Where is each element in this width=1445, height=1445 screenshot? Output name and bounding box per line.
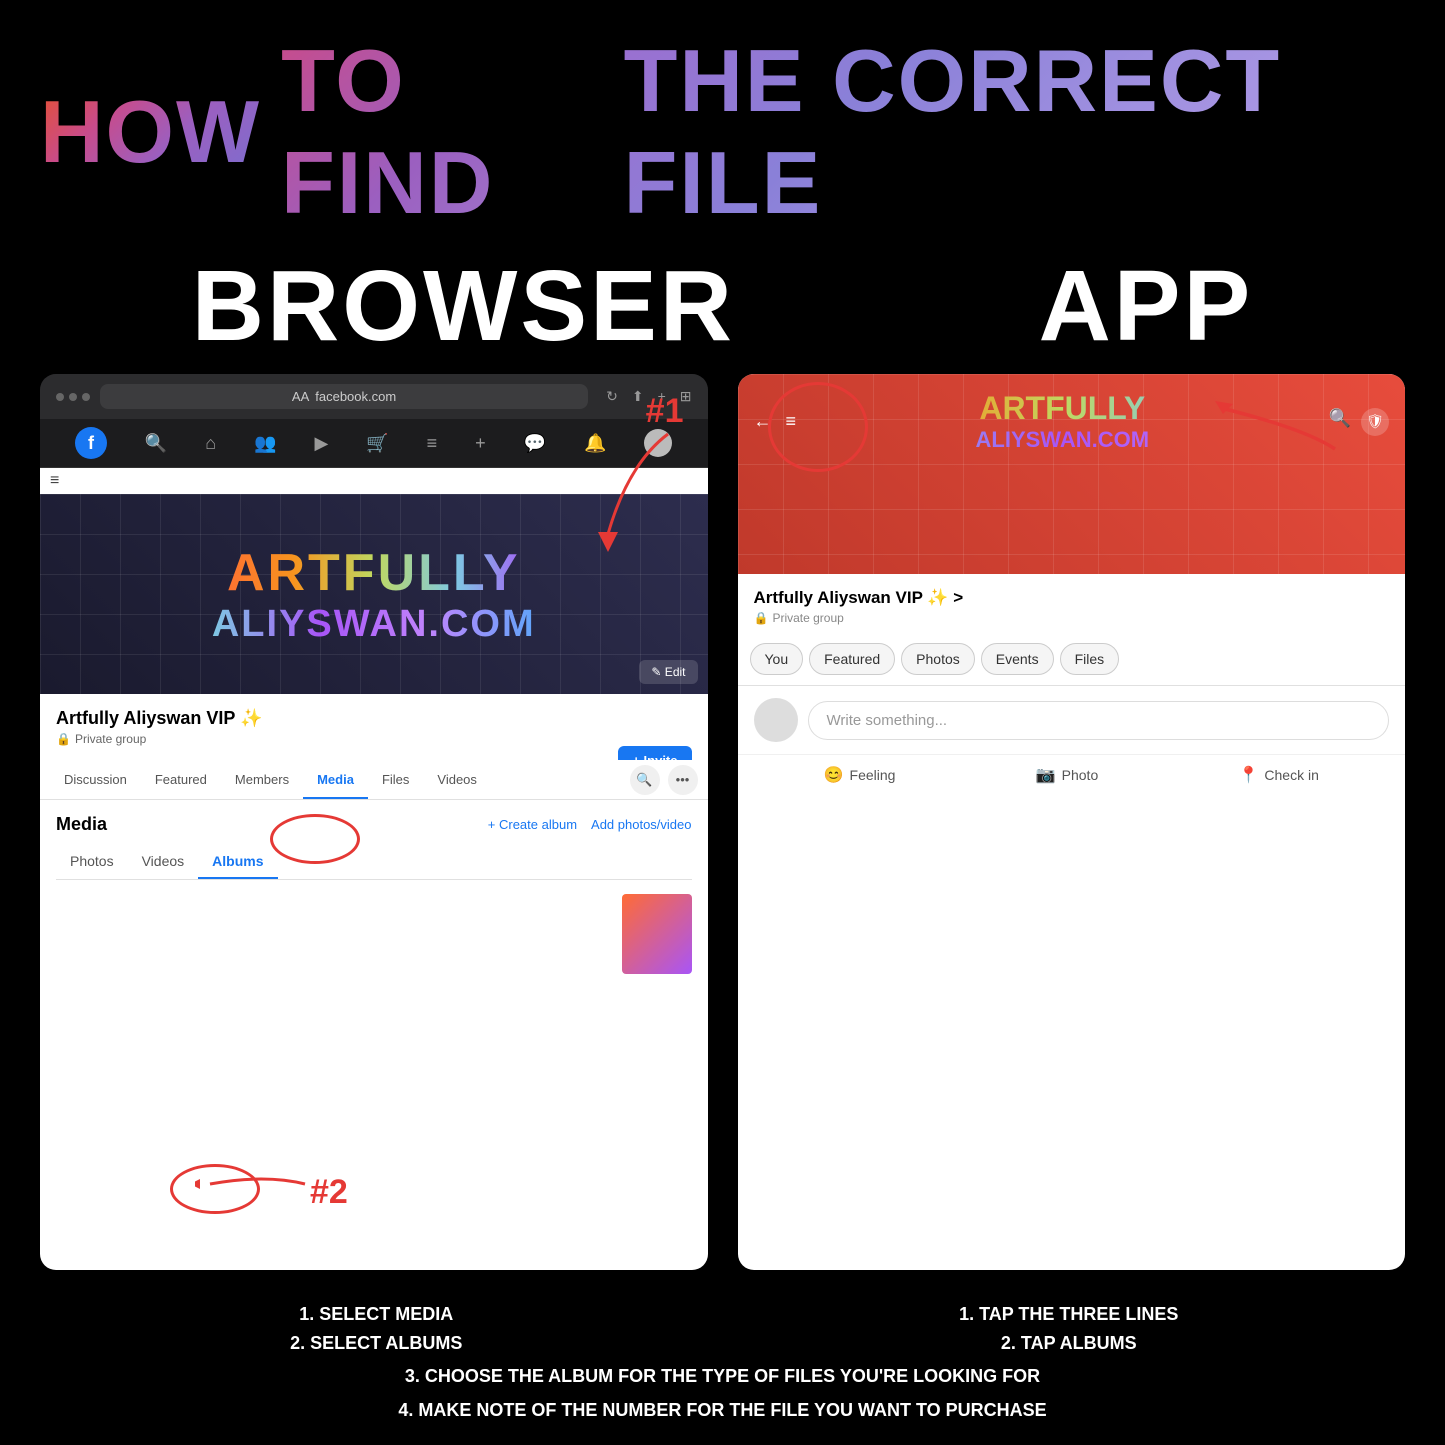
photo-icon: 📷 [1036, 765, 1056, 785]
app-actions-row: 😊 Feeling 📷 Photo 📍 Check in [738, 754, 1406, 799]
tab-featured[interactable]: Featured [141, 760, 221, 799]
artfully-branding-browser: ARTFULLY ALIYSWAN.COM [212, 543, 536, 646]
app-photo-action[interactable]: 📷 Photo [1036, 765, 1099, 785]
app-tab-events[interactable]: Events [981, 643, 1054, 675]
video-icon[interactable]: ▶ [315, 433, 329, 454]
annotation-2: #2 [310, 1173, 348, 1212]
browser-dot-3 [82, 393, 90, 401]
app-write-input[interactable]: Write something... [808, 701, 1390, 740]
tab-videos[interactable]: Videos [423, 760, 491, 799]
friends-icon[interactable]: 👥 [254, 433, 276, 454]
artfully-line1-browser: ARTFULLY [212, 543, 536, 603]
media-actions: + Create album Add photos/video [488, 817, 692, 832]
browser-media-section: Media + Create album Add photos/video Ph… [40, 800, 708, 1270]
marketplace-icon[interactable]: 🛒 [366, 433, 388, 454]
browser-url-bar[interactable]: AA facebook.com [100, 384, 588, 409]
messenger-icon[interactable]: 💬 [524, 433, 546, 454]
browser-dot-1 [56, 393, 64, 401]
app-screenshot: ← ≡ ARTFULLY ALIYSWAN.COM 🔍 🛡 [738, 374, 1406, 1270]
create-album-link[interactable]: + Create album [488, 817, 577, 832]
browser-url: facebook.com [315, 389, 396, 404]
screenshots-row: AA facebook.com ↻ ⬆ + ⊞ f 🔍 ⌂ 👥 ▶ 🛒 ≡ [40, 374, 1405, 1270]
app-tab-you[interactable]: You [750, 643, 804, 675]
app-group-name: Artfully Aliyswan VIP ✨ > [754, 588, 1390, 608]
tab-members[interactable]: Members [221, 760, 303, 799]
title-to-find: TO FIND [281, 30, 604, 234]
shared-instruction-2: 4. MAKE NOTE OF THE NUMBER FOR THE FILE … [40, 1396, 1405, 1425]
app-instruction-2: 2. TAP ALBUMS [733, 1329, 1406, 1358]
browser-label: BROWSER [192, 249, 735, 364]
photo-label: Photo [1062, 767, 1099, 783]
browser-dot-2 [69, 393, 77, 401]
artfully-line2-browser: ALIYSWAN.COM [212, 603, 536, 646]
app-lock-icon: 🔒 [754, 611, 769, 625]
tab-icons: 🔍 ••• [630, 765, 698, 795]
media-tab-photos[interactable]: Photos [56, 845, 128, 879]
browser-screenshot: AA facebook.com ↻ ⬆ + ⊞ f 🔍 ⌂ 👥 ▶ 🛒 ≡ [40, 374, 708, 1270]
media-tab-albums[interactable]: Albums [198, 845, 277, 879]
section-labels: BROWSER APP [40, 249, 1405, 364]
add-icon[interactable]: + [475, 433, 486, 454]
browser-group-name: Artfully Aliyswan VIP ✨ [56, 708, 692, 729]
media-content-area [56, 894, 692, 974]
app-tabs: You Featured Photos Events Files [738, 633, 1406, 686]
arrow-2-svg [195, 1164, 315, 1204]
edit-button[interactable]: ✎ Edit [639, 660, 697, 684]
menu-icon[interactable]: ≡ [427, 433, 438, 454]
app-tab-photos[interactable]: Photos [901, 643, 975, 675]
share-icon[interactable]: ⬆ [632, 388, 644, 405]
checkin-icon: 📍 [1238, 765, 1258, 785]
feeling-label: Feeling [850, 767, 896, 783]
checkin-label: Check in [1264, 767, 1318, 783]
lock-icon: 🔒 [56, 732, 71, 746]
feeling-icon: 😊 [824, 765, 844, 785]
shared-instruction-1: 3. CHOOSE THE ALBUM FOR THE TYPE OF FILE… [40, 1362, 1405, 1391]
app-circle-annotation [768, 382, 868, 472]
app-checkin-action[interactable]: 📍 Check in [1238, 765, 1318, 785]
app-label: APP [1039, 249, 1254, 364]
add-photos-link[interactable]: Add photos/video [591, 817, 691, 832]
app-write-area: Write something... [738, 686, 1406, 754]
media-tabs: Photos Videos Albums [56, 845, 692, 880]
media-header: Media + Create album Add photos/video [56, 814, 692, 835]
facebook-logo[interactable]: f [75, 427, 107, 459]
main-container: HOW TO FIND THE CORRECT FILE BROWSER APP… [0, 0, 1445, 1445]
search-icon[interactable]: 🔍 [145, 433, 167, 454]
app-tab-featured[interactable]: Featured [809, 643, 895, 675]
tab-media[interactable]: Media [303, 760, 368, 799]
browser-group-privacy: 🔒 Private group [56, 732, 692, 746]
tab-discussion[interactable]: Discussion [50, 760, 141, 799]
reload-icon[interactable]: ↻ [606, 388, 618, 405]
app-user-avatar [754, 698, 798, 742]
app-shield-icon[interactable]: 🛡 [1361, 408, 1389, 436]
instructions-row: 1. SELECT MEDIA 2. SELECT ALBUMS 1. TAP … [40, 1300, 1405, 1358]
browser-dots [56, 393, 90, 401]
browser-top-bar: AA facebook.com ↻ ⬆ + ⊞ [40, 374, 708, 419]
tab-files[interactable]: Files [368, 760, 423, 799]
browser-instruction-1: 1. SELECT MEDIA [40, 1300, 713, 1329]
title-how: HOW [40, 81, 261, 183]
media-tab-videos[interactable]: Videos [128, 845, 199, 879]
browser-group-info: Artfully Aliyswan VIP ✨ 🔒 Private group … [40, 694, 708, 760]
app-arrow-svg [1145, 379, 1345, 459]
instructions-browser: 1. SELECT MEDIA 2. SELECT ALBUMS [40, 1300, 713, 1358]
title-the-correct-file: THE CORRECT FILE [624, 30, 1405, 234]
browser-instruction-2: 2. SELECT ALBUMS [40, 1329, 713, 1358]
app-tab-files[interactable]: Files [1060, 643, 1120, 675]
app-group-info: Artfully Aliyswan VIP ✨ > 🔒 Private grou… [738, 574, 1406, 633]
more-tab-icon[interactable]: ••• [668, 765, 698, 795]
app-group-private: 🔒 Private group [754, 611, 1390, 625]
arrow-1-svg [568, 424, 688, 554]
app-feeling-action[interactable]: 😊 Feeling [824, 765, 896, 785]
browser-url-aa: AA [292, 389, 309, 404]
app-group-header: ← ≡ ARTFULLY ALIYSWAN.COM 🔍 🛡 [738, 374, 1406, 574]
title-row: HOW TO FIND THE CORRECT FILE [40, 30, 1405, 234]
album-thumbnail [622, 894, 692, 974]
app-instruction-1: 1. TAP THE THREE LINES [733, 1300, 1406, 1329]
home-icon[interactable]: ⌂ [205, 433, 216, 454]
instructions-app: 1. TAP THE THREE LINES 2. TAP ALBUMS [733, 1300, 1406, 1358]
search-tab-icon[interactable]: 🔍 [630, 765, 660, 795]
media-section-title: Media [56, 814, 107, 835]
browser-group-tabs: Discussion Featured Members Media Files … [40, 760, 708, 800]
